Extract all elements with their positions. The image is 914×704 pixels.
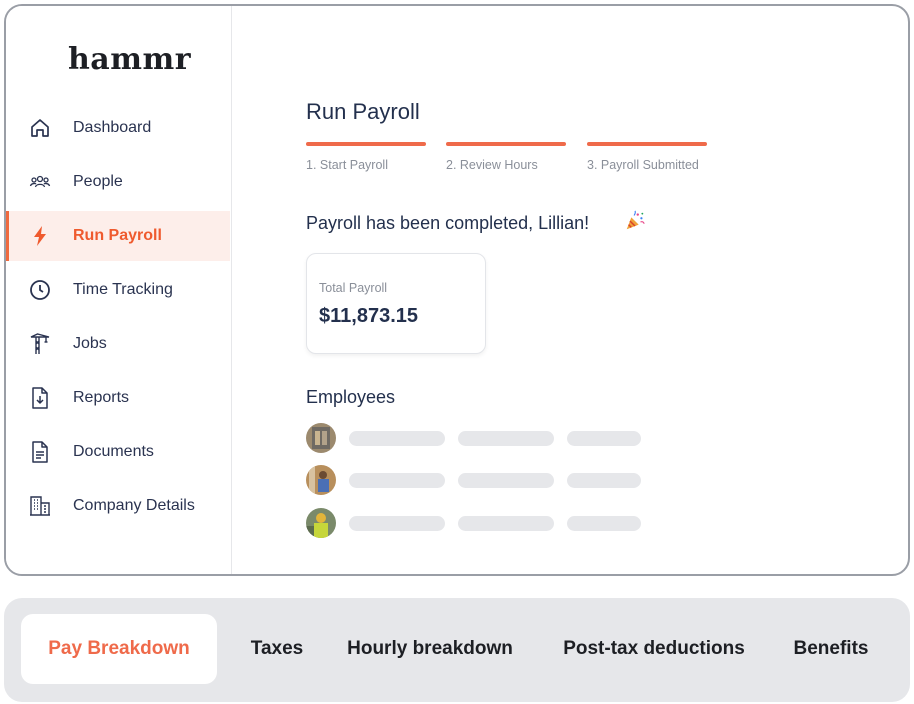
employee-row[interactable]: [306, 508, 646, 538]
main-content: Run Payroll 1. Start Payroll 2. Review H…: [232, 6, 908, 574]
report-download-icon: [32, 387, 48, 409]
employee-row[interactable]: [306, 423, 646, 453]
logo-text: hammr: [68, 42, 192, 77]
total-payroll-value: $11,873.15: [319, 305, 418, 327]
party-popper-icon: [626, 210, 645, 230]
sidebar-item-jobs[interactable]: Jobs: [6, 319, 230, 369]
sidebar-item-run-payroll[interactable]: Run Payroll: [6, 211, 230, 261]
tab-taxes[interactable]: Taxes: [240, 614, 314, 684]
placeholder-bar: [349, 516, 445, 531]
clock-icon: [30, 280, 50, 300]
home-icon: [31, 119, 49, 137]
lightning-icon: [34, 226, 46, 246]
tab-pay-breakdown[interactable]: Pay Breakdown: [21, 614, 217, 684]
step-label: 2. Review Hours: [446, 158, 538, 172]
placeholder-bar: [458, 473, 554, 488]
sidebar-item-reports[interactable]: Reports: [6, 373, 230, 423]
document-icon: [32, 441, 48, 463]
employee-avatar: [306, 465, 336, 495]
sidebar-item-label: Reports: [73, 389, 130, 406]
step-progress-bar: [587, 142, 707, 146]
completion-message: Payroll has been completed, Lillian!: [306, 213, 590, 233]
sidebar-item-company-details[interactable]: Company Details: [6, 481, 230, 531]
placeholder-bar: [567, 473, 641, 488]
sidebar-item-dashboard[interactable]: Dashboard: [6, 103, 230, 153]
tab-post-tax-deductions[interactable]: Post-tax deductions: [550, 614, 758, 684]
placeholder-bar: [567, 516, 641, 531]
building-icon: [30, 496, 50, 516]
step-progress-bar: [306, 142, 426, 146]
placeholder-bar: [349, 473, 445, 488]
sidebar-item-documents[interactable]: Documents: [6, 427, 230, 477]
page-title: Run Payroll: [306, 99, 420, 124]
employee-row[interactable]: [306, 465, 646, 495]
sidebar-item-label: Run Payroll: [73, 227, 162, 244]
employees-title: Employees: [306, 387, 396, 407]
tab-benefits[interactable]: Benefits: [782, 614, 880, 684]
sidebar-item-label: Dashboard: [73, 119, 152, 136]
placeholder-bar: [458, 431, 554, 446]
total-payroll-label: Total Payroll: [319, 281, 388, 295]
sidebar-item-label: Documents: [73, 443, 154, 460]
hammr-logo[interactable]: hammr: [68, 42, 191, 77]
step-label: 3. Payroll Submitted: [587, 158, 699, 172]
sidebar-item-label: People: [73, 173, 123, 190]
placeholder-bar: [458, 516, 554, 531]
employee-avatar: [306, 508, 336, 538]
breakdown-tab-bar: Pay Breakdown Taxes Hourly breakdown Pos…: [4, 598, 910, 702]
step-label: 1. Start Payroll: [306, 158, 388, 172]
total-payroll-card: Total Payroll $11,873.15: [306, 253, 486, 354]
employee-avatar: [306, 423, 336, 453]
sidebar-item-label: Company Details: [73, 497, 195, 514]
crane-icon: [30, 333, 50, 354]
people-icon: [29, 175, 51, 188]
sidebar-item-people[interactable]: People: [6, 157, 230, 207]
placeholder-bar: [567, 431, 641, 446]
sidebar: hammr Dashboard People Run Payroll Time …: [6, 6, 232, 574]
placeholder-bar: [349, 431, 445, 446]
sidebar-item-label: Time Tracking: [73, 281, 173, 298]
sidebar-item-time-tracking[interactable]: Time Tracking: [6, 265, 230, 315]
tab-hourly-breakdown[interactable]: Hourly breakdown: [336, 614, 524, 684]
sidebar-item-label: Jobs: [73, 335, 107, 352]
step-progress-bar: [446, 142, 566, 146]
app-window: hammr Dashboard People Run Payroll Time …: [4, 4, 910, 576]
